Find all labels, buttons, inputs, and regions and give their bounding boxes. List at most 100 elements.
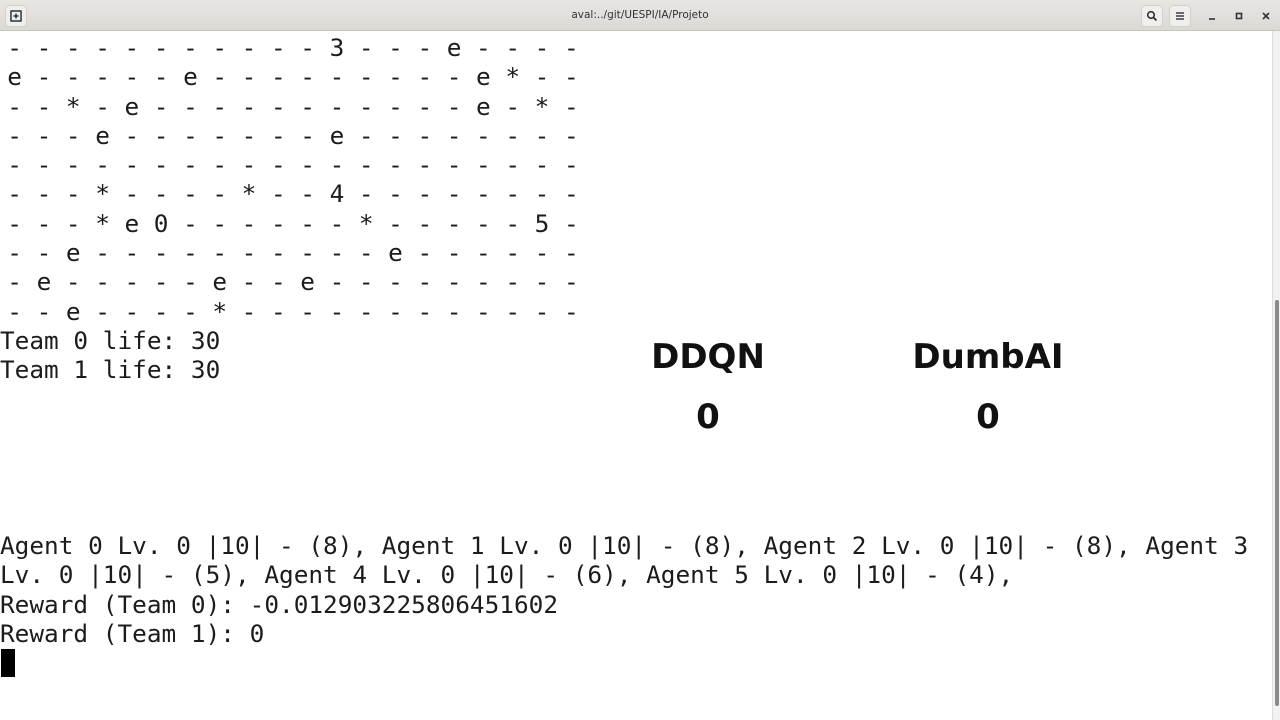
board-cell-empty: - [212, 179, 228, 209]
board-cell-empty: - [212, 120, 228, 150]
board-cell-energy: e [124, 91, 140, 121]
board-cell-empty: - [534, 150, 550, 180]
board-cell-empty: - [534, 267, 550, 297]
board-cell-energy: e [212, 267, 228, 297]
board-cell-empty: - [212, 91, 228, 121]
board-cell-empty: - [241, 208, 257, 238]
board-cell-empty: - [505, 33, 521, 62]
board-cell-empty: - [417, 296, 433, 326]
board-cell-empty: - [241, 62, 257, 92]
board-cell-empty: - [124, 296, 140, 326]
board-cell-empty: - [358, 62, 374, 92]
board-cell-empty: - [7, 150, 22, 180]
board-cell-energy: e [446, 33, 462, 62]
board-cell-empty: - [417, 267, 433, 297]
board-cell-empty: - [300, 150, 315, 180]
board-cell-empty: - [36, 238, 52, 268]
board-cell-empty: - [388, 208, 403, 238]
scrollbar[interactable] [1272, 31, 1280, 720]
board-cell-obstacle: * [212, 296, 228, 326]
board-cell-empty: - [417, 120, 433, 150]
board-cell-obstacle: * [358, 208, 374, 238]
board-cell-empty: - [241, 296, 257, 326]
board-cell-energy: e [476, 91, 491, 121]
board-cell-empty: - [183, 296, 198, 326]
board-cell-empty: - [417, 33, 433, 62]
minimize-button[interactable] [1201, 5, 1223, 27]
board-cell-empty: - [563, 62, 579, 92]
game-board: - - - - - - - - - - -3- - - e - - - - e - - - - - e - - - - - - - - - e * - -… [0, 33, 586, 326]
board-cell-empty: - [7, 267, 22, 297]
board-cell-empty: - [329, 296, 345, 326]
board-cell-empty: - [358, 179, 374, 209]
board-cell-empty: - [417, 208, 433, 238]
board-cell-empty: - [7, 179, 22, 209]
board-cell-empty: - [505, 120, 521, 150]
search-icon [1146, 10, 1158, 22]
board-cell-empty: - [563, 267, 579, 297]
board-cell-empty: - [65, 62, 81, 92]
board-cell-energy: e [124, 208, 140, 238]
team0-agent-name: DDQN [651, 337, 765, 377]
board-cell-empty: - [124, 267, 140, 297]
board-cell-empty: - [153, 296, 169, 326]
board-cell-empty: - [534, 33, 550, 62]
board-row: -----------3---e---- [0, 33, 586, 62]
board-cell-empty: - [270, 238, 286, 268]
board-cell-empty: - [534, 62, 550, 92]
menu-button[interactable] [1169, 5, 1191, 27]
board-cell-empty: - [534, 120, 550, 150]
board-cell-empty: - [505, 91, 521, 121]
board-cell-empty: - [183, 150, 198, 180]
board-cell-energy: e [95, 120, 110, 150]
close-button[interactable] [1255, 5, 1277, 27]
window-title: aval:../git/UESPI/IA/Projeto [571, 9, 709, 21]
hamburger-menu-icon [1176, 12, 1184, 20]
team1-score: 0 [976, 397, 1000, 437]
board-cell-empty: - [563, 120, 579, 150]
board-cell-empty: - [505, 179, 521, 209]
board-cell-empty: - [300, 179, 315, 209]
board-cell-agent: 0 [153, 208, 169, 238]
board-cell-empty: - [476, 33, 491, 62]
board-cell-energy: e [476, 62, 491, 92]
board-cell-empty: - [124, 62, 140, 92]
board-cell-empty: - [270, 150, 286, 180]
board-cell-energy: e [300, 267, 315, 297]
reward-team1: Reward (Team 1): 0 [0, 619, 265, 648]
board-cell-empty: - [534, 296, 550, 326]
board-row: - - - * e 0- - - - - - * - - - - -5- [0, 209, 586, 238]
board-cell-obstacle: * [65, 91, 81, 121]
board-cell-empty: - [534, 179, 550, 209]
board-cell-empty: - [388, 296, 403, 326]
board-row: - - - * - - - - * - -4- - - - - - - - [0, 179, 586, 208]
reward-team0: Reward (Team 0): -0.012903225806451602 [0, 590, 559, 619]
board-cell-empty: - [212, 238, 228, 268]
board-cell-energy: e [36, 267, 52, 297]
board-cell-empty: - [563, 150, 579, 180]
board-cell-empty: - [417, 91, 433, 121]
board-cell-empty: - [36, 208, 52, 238]
board-cell-empty: - [358, 91, 374, 121]
board-cell-empty: - [300, 91, 315, 121]
maximize-button[interactable] [1228, 5, 1250, 27]
board-cell-empty: - [65, 179, 81, 209]
scrollbar-thumb[interactable] [1275, 299, 1279, 707]
board-cell-empty: - [505, 150, 521, 180]
board-cell-empty: - [446, 267, 462, 297]
board-cell-energy: e [183, 62, 198, 92]
search-button[interactable] [1141, 5, 1163, 27]
terminal-output[interactable]: - - - - - - - - - - -3- - - e - - - - e - - - - - e - - - - - - - - - e * - -… [0, 31, 1272, 720]
board-cell-empty: - [563, 208, 579, 238]
team0-life: Team 0 life: 30 [0, 326, 221, 355]
board-cell-empty: - [7, 33, 22, 62]
board-cell-empty: - [241, 238, 257, 268]
board-cell-empty: - [446, 179, 462, 209]
board-cell-empty: - [358, 150, 374, 180]
board-cell-empty: - [446, 120, 462, 150]
agents-status-line-1: Agent 0 Lv. 0 |10| - (8), Agent 1 Lv. 0 … [0, 531, 1249, 560]
board-cell-empty: - [446, 296, 462, 326]
board-cell-empty: - [446, 238, 462, 268]
maximize-icon [1235, 12, 1243, 20]
board-cell-empty: - [36, 150, 52, 180]
